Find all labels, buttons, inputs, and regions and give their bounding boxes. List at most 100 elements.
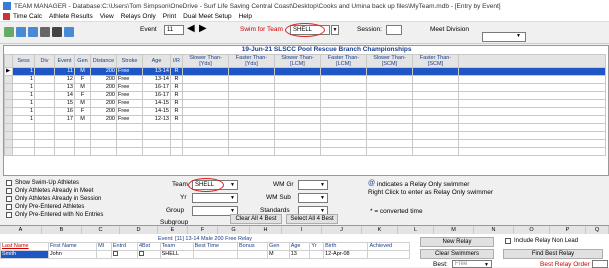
- only-in-meet-checkbox[interactable]: Only Athletes Already in Meet: [6, 188, 103, 194]
- row-selector[interactable]: [4, 90, 13, 100]
- table-cell[interactable]: [274, 106, 321, 116]
- sheet-header-cell[interactable]: First Name: [47, 242, 98, 251]
- table-cell[interactable]: [228, 74, 275, 84]
- col-ir[interactable]: I/R: [170, 53, 183, 68]
- table-cell[interactable]: R: [170, 74, 183, 84]
- table-cell[interactable]: Free: [116, 66, 143, 76]
- table-cell[interactable]: 1: [12, 98, 35, 108]
- new-relay-button[interactable]: New Relay: [420, 237, 494, 247]
- menu-print[interactable]: Print: [163, 13, 176, 20]
- table-cell[interactable]: Free: [116, 98, 143, 108]
- row-selector[interactable]: ▶: [4, 66, 13, 76]
- menu-athlete-results[interactable]: Athlete Results: [49, 13, 93, 20]
- table-cell[interactable]: [182, 74, 229, 84]
- table-cell[interactable]: Free: [116, 74, 143, 84]
- table-cell[interactable]: [320, 114, 367, 124]
- wm-gr-select[interactable]: ▼: [298, 180, 328, 190]
- sheet-cell[interactable]: [367, 249, 410, 259]
- table-cell[interactable]: 15: [54, 98, 75, 108]
- menu-view[interactable]: View: [100, 13, 114, 20]
- table-cell[interactable]: R: [170, 114, 183, 124]
- table-cell[interactable]: [320, 74, 367, 84]
- table-cell[interactable]: R: [170, 82, 183, 92]
- column-letter[interactable]: N: [474, 226, 514, 234]
- home-icon[interactable]: [52, 27, 62, 37]
- menu-help[interactable]: Help: [239, 13, 252, 20]
- wm-sub-select[interactable]: ▼: [298, 193, 328, 203]
- sheet-cell[interactable]: M: [267, 249, 290, 259]
- table-cell[interactable]: 200: [90, 82, 117, 92]
- sheet-cell[interactable]: 13: [288, 249, 311, 259]
- table-cell[interactable]: [412, 82, 459, 92]
- table-cell[interactable]: 14-15: [142, 106, 171, 116]
- column-letter[interactable]: Q: [586, 226, 609, 234]
- column-letter[interactable]: K: [362, 226, 398, 234]
- table-cell[interactable]: 16: [54, 106, 75, 116]
- row-selector[interactable]: [4, 82, 13, 92]
- table-cell[interactable]: 200: [90, 74, 117, 84]
- sheet-cell[interactable]: [236, 249, 269, 259]
- sheet-cell[interactable]: [309, 249, 325, 259]
- table-row[interactable]: 1 12 F 200 Free 13-14 R: [4, 74, 606, 84]
- column-letter[interactable]: P: [550, 226, 586, 234]
- table-cell[interactable]: M: [74, 66, 91, 76]
- table-cell[interactable]: [320, 90, 367, 100]
- table-cell[interactable]: [274, 82, 321, 92]
- table-cell[interactable]: Free: [116, 114, 143, 124]
- column-letter[interactable]: O: [514, 226, 550, 234]
- table-cell[interactable]: F: [74, 90, 91, 100]
- sheet-header-cell[interactable]: MI: [96, 242, 112, 251]
- table-cell[interactable]: [412, 66, 459, 76]
- table-cell[interactable]: [366, 74, 413, 84]
- sheet-header-cell[interactable]: Yr: [309, 242, 325, 251]
- sheet-cell[interactable]: [96, 249, 112, 259]
- table-cell[interactable]: 13-14: [142, 66, 171, 76]
- print-icon[interactable]: [40, 27, 50, 37]
- clear-all-4-best-button[interactable]: Clear All 4 Best: [230, 214, 282, 224]
- sheet-header-cell[interactable]: Achieved: [367, 242, 410, 251]
- col-distance[interactable]: Distance: [90, 53, 117, 68]
- table-cell[interactable]: 200: [90, 114, 117, 124]
- sheet-header-cell[interactable]: Last Name: [0, 242, 49, 251]
- refresh-icon[interactable]: [16, 27, 26, 37]
- table-cell[interactable]: [274, 98, 321, 108]
- menu-relays-only[interactable]: Relays Only: [121, 13, 156, 20]
- col-sess[interactable]: Sess: [12, 53, 35, 68]
- menu-time-calc[interactable]: Time Calc: [13, 13, 42, 20]
- open-icon[interactable]: [4, 27, 14, 37]
- filter-icon[interactable]: [28, 27, 38, 37]
- yr-select[interactable]: ▼: [192, 193, 238, 203]
- table-row[interactable]: ▶ 1 11 M 200 Free 13-14 R: [4, 66, 606, 76]
- table-cell[interactable]: [412, 106, 459, 116]
- table-cell[interactable]: [274, 90, 321, 100]
- table-cell[interactable]: [228, 106, 275, 116]
- table-cell[interactable]: Free: [116, 82, 143, 92]
- row-selector[interactable]: [4, 74, 13, 84]
- column-letter[interactable]: H: [250, 226, 282, 234]
- team-dropdown-icon[interactable]: ▼: [229, 182, 236, 188]
- table-cell[interactable]: 12: [54, 74, 75, 84]
- table-cell[interactable]: R: [170, 98, 183, 108]
- select-all-4-best-button[interactable]: Select All 4 Best: [286, 214, 338, 224]
- prev-event-icon[interactable]: ◀: [187, 24, 195, 34]
- sheet-cell[interactable]: 12-Apr-08: [323, 249, 369, 259]
- yr-dropdown-icon[interactable]: ▼: [229, 195, 236, 201]
- session-input[interactable]: [386, 25, 402, 35]
- table-cell[interactable]: [34, 106, 55, 116]
- sheet-header-cell[interactable]: Best Time: [192, 242, 238, 251]
- menu-dual-meet-setup[interactable]: Dual Meet Setup: [183, 13, 231, 20]
- table-cell[interactable]: [366, 82, 413, 92]
- only-pre-entered-no-entries-checkbox[interactable]: Only Pre-Entered with No Entries: [6, 212, 103, 218]
- table-cell[interactable]: [34, 114, 55, 124]
- entry-checkbox[interactable]: [112, 250, 118, 256]
- table-cell[interactable]: [182, 82, 229, 92]
- only-in-session-checkbox[interactable]: Only Athletes Already in Session: [6, 196, 103, 202]
- table-cell[interactable]: [274, 114, 321, 124]
- sheet-cell[interactable]: [136, 249, 161, 259]
- table-cell[interactable]: 1: [12, 66, 35, 76]
- table-cell[interactable]: [182, 114, 229, 124]
- column-letter[interactable]: G: [218, 226, 250, 234]
- swim-for-team-dropdown-icon[interactable]: ▼: [331, 25, 339, 35]
- column-letter[interactable]: J: [322, 226, 362, 234]
- table-cell[interactable]: [274, 74, 321, 84]
